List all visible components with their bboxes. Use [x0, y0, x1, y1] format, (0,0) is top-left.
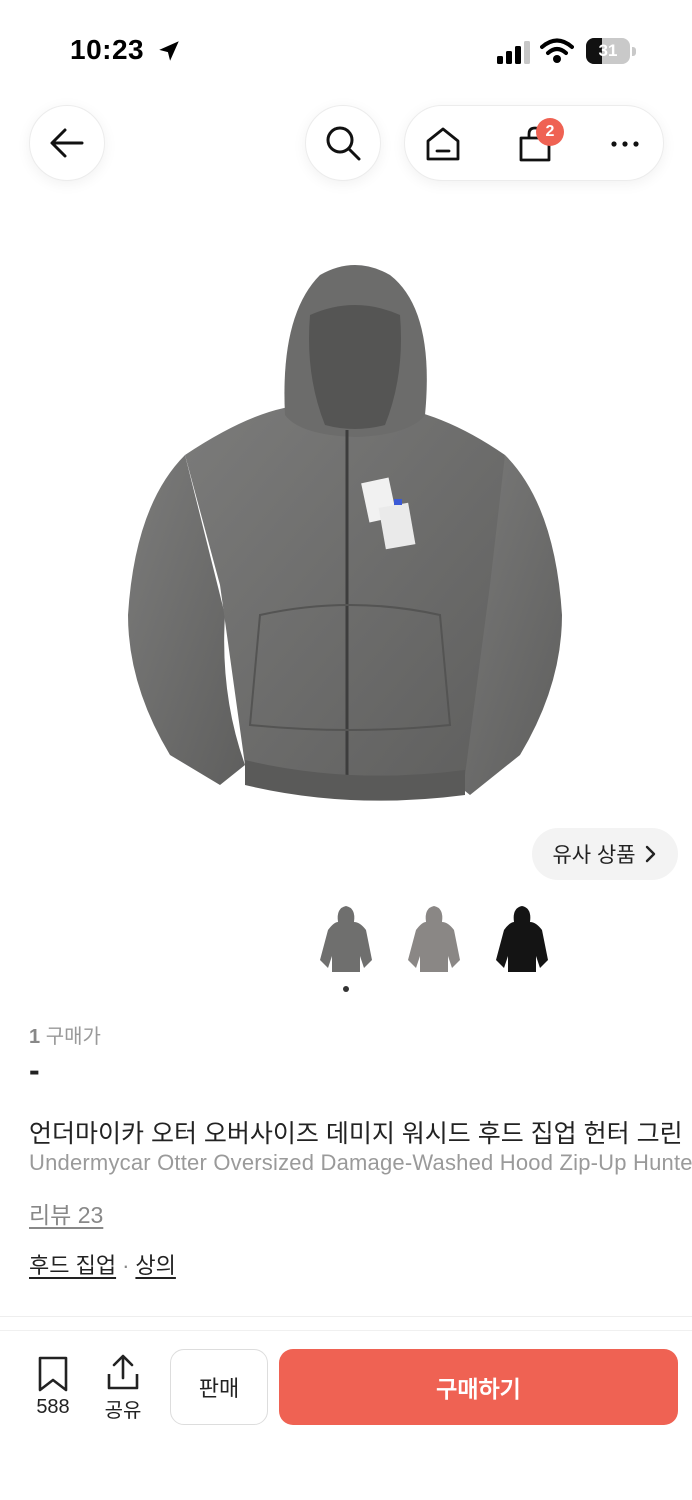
category-separator: · — [122, 1253, 130, 1278]
thumbnail-3-shape — [496, 906, 548, 972]
battery-level: 31 — [598, 41, 618, 60]
divider — [0, 1316, 692, 1317]
cellular-signal-icon — [497, 41, 530, 64]
thumbnail-1[interactable] — [314, 900, 378, 980]
cart-count-badge: 2 — [536, 118, 564, 146]
bookmark-button[interactable]: 588 — [28, 1356, 78, 1422]
nav-actions-pill: 2 — [404, 105, 664, 181]
bookmark-icon — [38, 1356, 68, 1392]
status-time: 10:23 — [70, 34, 145, 65]
home-icon[interactable] — [423, 124, 463, 164]
search-button[interactable] — [305, 105, 381, 181]
price: - — [29, 1052, 40, 1088]
back-button[interactable] — [29, 105, 105, 181]
share-button[interactable]: 공유 — [98, 1354, 148, 1422]
carousel-indicator-dot — [343, 986, 349, 992]
purchase-count-label: 구매가 — [45, 1026, 101, 1048]
similar-products-label: 유사 상품 — [552, 844, 636, 867]
purchase-count: 1 구매가 — [29, 1020, 101, 1049]
status-bar: 10:23 31 — [0, 0, 692, 100]
thumbnail-1-shape — [320, 906, 372, 972]
share-label: 공유 — [104, 1400, 142, 1422]
review-link[interactable]: 리뷰 23 — [29, 1196, 103, 1230]
purchase-count-number: 1 — [29, 1026, 41, 1048]
product-title-korean: 언더마이카 오터 오버사이즈 데미지 워시드 후드 집업 헌터 그린 — [29, 1120, 683, 1148]
similar-products-button[interactable]: 유사 상품 — [532, 828, 678, 880]
buy-button[interactable]: 구매하기 — [279, 1349, 678, 1425]
location-arrow-icon — [159, 41, 179, 61]
sell-button[interactable]: 판매 — [170, 1349, 268, 1425]
wifi-icon — [540, 38, 574, 63]
arrow-left-icon — [50, 128, 84, 158]
category-link-top[interactable]: 상의 — [135, 1253, 175, 1278]
battery-icon: 31 — [586, 38, 636, 64]
category-link-hood-zipup[interactable]: 후드 집업 — [29, 1253, 116, 1278]
chevron-right-icon — [645, 845, 655, 863]
product-title-english: Undermycar Otter Oversized Damage-Washed… — [29, 1150, 692, 1175]
category-breadcrumb: 후드 집업 · 상의 — [29, 1248, 176, 1280]
share-icon — [107, 1354, 139, 1390]
divider — [0, 1330, 692, 1331]
product-image[interactable] — [110, 255, 580, 835]
thumbnail-3[interactable] — [490, 900, 554, 980]
thumbnail-2-shape — [408, 906, 460, 972]
more-options-icon[interactable] — [605, 124, 645, 164]
thumbnail-2[interactable] — [402, 900, 466, 980]
search-icon — [326, 126, 361, 161]
bookmark-count: 588 — [36, 1396, 70, 1418]
